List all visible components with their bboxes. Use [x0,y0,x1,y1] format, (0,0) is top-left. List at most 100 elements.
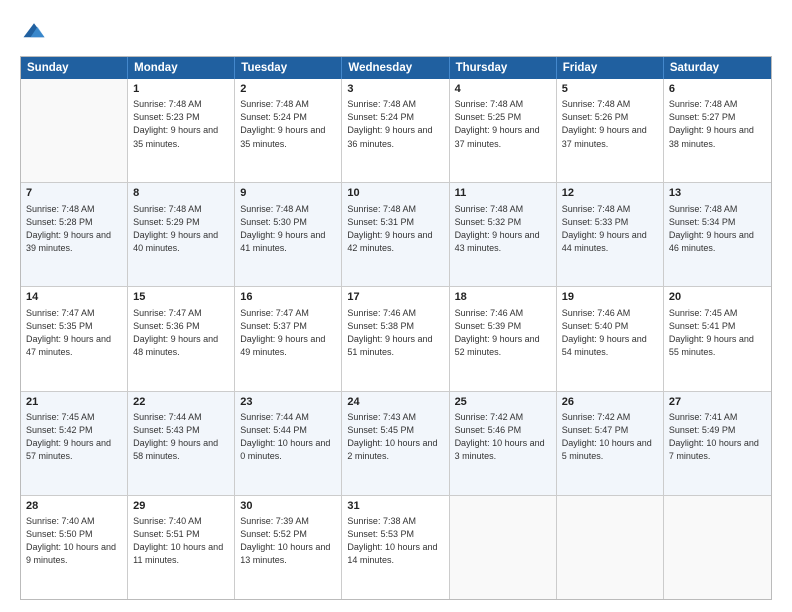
cell-info: Sunrise: 7:40 AMSunset: 5:50 PMDaylight:… [26,515,122,567]
cal-cell [450,496,557,599]
day-number: 29 [133,499,229,514]
day-number: 5 [562,82,658,97]
day-number: 23 [240,395,336,410]
day-number: 24 [347,395,443,410]
day-number: 2 [240,82,336,97]
cell-info: Sunrise: 7:42 AMSunset: 5:46 PMDaylight:… [455,411,551,463]
cal-cell: 30Sunrise: 7:39 AMSunset: 5:52 PMDayligh… [235,496,342,599]
cal-cell: 26Sunrise: 7:42 AMSunset: 5:47 PMDayligh… [557,392,664,495]
cal-week-1: 7 Sunrise: 7:48 AMSunset: 5:28 PMDaylight… [21,182,771,286]
day-number: 14 [26,290,122,305]
day-number: 1 [133,82,229,97]
day-number: 17 [347,290,443,305]
day-number: 15 [133,290,229,305]
calendar-body: 1Sunrise: 7:48 AMSunset: 5:23 PMDaylight… [21,79,771,599]
cal-header-friday: Friday [557,57,664,79]
cal-week-3: 21Sunrise: 7:45 AMSunset: 5:42 PMDayligh… [21,391,771,495]
cal-cell: 21Sunrise: 7:45 AMSunset: 5:42 PMDayligh… [21,392,128,495]
cell-info: Sunrise: 7:46 AMSunset: 5:40 PMDaylight:… [562,307,658,359]
day-number: 4 [455,82,551,97]
cell-info: Sunrise: 7:44 AMSunset: 5:44 PMDaylight:… [240,411,336,463]
day-number: 11 [455,186,551,201]
cal-week-2: 14Sunrise: 7:47 AMSunset: 5:35 PMDayligh… [21,286,771,390]
calendar-header: SundayMondayTuesdayWednesdayThursdayFrid… [21,57,771,79]
cell-info: Sunrise: 7:48 AMSunset: 5:27 PMDaylight:… [669,98,766,150]
day-number: 7 [26,186,122,201]
day-number: 21 [26,395,122,410]
cal-cell: 9 Sunrise: 7:48 AMSunset: 5:30 PMDaylight… [235,183,342,286]
day-number: 9 [240,186,336,201]
cell-info: Sunrise: 7:47 AMSunset: 5:36 PMDaylight:… [133,307,229,359]
day-number: 31 [347,499,443,514]
cal-cell: 17 Sunrise: 7:46 AMSunset: 5:38 PMDayligh… [342,287,449,390]
cal-week-0: 1Sunrise: 7:48 AMSunset: 5:23 PMDaylight… [21,79,771,182]
day-number: 30 [240,499,336,514]
cal-cell: 28Sunrise: 7:40 AMSunset: 5:50 PMDayligh… [21,496,128,599]
cal-cell: 25Sunrise: 7:42 AMSunset: 5:46 PMDayligh… [450,392,557,495]
cell-info: Sunrise: 7:48 AMSunset: 5:23 PMDaylight:… [133,98,229,150]
day-number: 8 [133,186,229,201]
cal-cell: 12 Sunrise: 7:48 AMSunset: 5:33 PMDayligh… [557,183,664,286]
cal-cell: 16Sunrise: 7:47 AMSunset: 5:37 PMDayligh… [235,287,342,390]
cal-header-saturday: Saturday [664,57,771,79]
cal-cell: 8 Sunrise: 7:48 AMSunset: 5:29 PMDaylight… [128,183,235,286]
cal-cell [664,496,771,599]
cal-cell: 3Sunrise: 7:48 AMSunset: 5:24 PMDaylight… [342,79,449,182]
cell-info: Sunrise: 7:46 AMSunset: 5:38 PMDaylight:… [347,307,443,359]
header [20,18,772,46]
cal-cell: 5Sunrise: 7:48 AMSunset: 5:26 PMDaylight… [557,79,664,182]
cal-cell [21,79,128,182]
cell-info: Sunrise: 7:48 AMSunset: 5:31 PMDaylight:… [347,203,443,255]
day-number: 10 [347,186,443,201]
cell-info: Sunrise: 7:44 AMSunset: 5:43 PMDaylight:… [133,411,229,463]
cal-header-monday: Monday [128,57,235,79]
cal-cell: 6Sunrise: 7:48 AMSunset: 5:27 PMDaylight… [664,79,771,182]
cal-cell: 19 Sunrise: 7:46 AMSunset: 5:40 PMDayligh… [557,287,664,390]
cal-header-tuesday: Tuesday [235,57,342,79]
day-number: 27 [669,395,766,410]
cal-cell: 10 Sunrise: 7:48 AMSunset: 5:31 PMDayligh… [342,183,449,286]
cell-info: Sunrise: 7:48 AMSunset: 5:29 PMDaylight:… [133,203,229,255]
cell-info: Sunrise: 7:41 AMSunset: 5:49 PMDaylight:… [669,411,766,463]
cell-info: Sunrise: 7:45 AMSunset: 5:42 PMDaylight:… [26,411,122,463]
cell-info: Sunrise: 7:48 AMSunset: 5:30 PMDaylight:… [240,203,336,255]
cal-cell: 14Sunrise: 7:47 AMSunset: 5:35 PMDayligh… [21,287,128,390]
cell-info: Sunrise: 7:48 AMSunset: 5:25 PMDaylight:… [455,98,551,150]
cal-header-thursday: Thursday [450,57,557,79]
day-number: 12 [562,186,658,201]
cal-cell: 13Sunrise: 7:48 AMSunset: 5:34 PMDayligh… [664,183,771,286]
cell-info: Sunrise: 7:45 AMSunset: 5:41 PMDaylight:… [669,307,766,359]
day-number: 18 [455,290,551,305]
day-number: 22 [133,395,229,410]
cal-cell: 7 Sunrise: 7:48 AMSunset: 5:28 PMDaylight… [21,183,128,286]
day-number: 20 [669,290,766,305]
cell-info: Sunrise: 7:48 AMSunset: 5:33 PMDaylight:… [562,203,658,255]
day-number: 13 [669,186,766,201]
cal-cell: 11 Sunrise: 7:48 AMSunset: 5:32 PMDayligh… [450,183,557,286]
cal-header-wednesday: Wednesday [342,57,449,79]
day-number: 6 [669,82,766,97]
cell-info: Sunrise: 7:46 AMSunset: 5:39 PMDaylight:… [455,307,551,359]
cell-info: Sunrise: 7:48 AMSunset: 5:32 PMDaylight:… [455,203,551,255]
cal-cell: 31Sunrise: 7:38 AMSunset: 5:53 PMDayligh… [342,496,449,599]
calendar: SundayMondayTuesdayWednesdayThursdayFrid… [20,56,772,600]
page: SundayMondayTuesdayWednesdayThursdayFrid… [0,0,792,612]
cal-cell [557,496,664,599]
day-number: 19 [562,290,658,305]
cell-info: Sunrise: 7:48 AMSunset: 5:28 PMDaylight:… [26,203,122,255]
day-number: 28 [26,499,122,514]
cell-info: Sunrise: 7:48 AMSunset: 5:24 PMDaylight:… [240,98,336,150]
cal-week-4: 28Sunrise: 7:40 AMSunset: 5:50 PMDayligh… [21,495,771,599]
logo [20,18,50,46]
cal-cell: 2Sunrise: 7:48 AMSunset: 5:24 PMDaylight… [235,79,342,182]
cell-info: Sunrise: 7:42 AMSunset: 5:47 PMDaylight:… [562,411,658,463]
cal-cell: 15 Sunrise: 7:47 AMSunset: 5:36 PMDayligh… [128,287,235,390]
cell-info: Sunrise: 7:40 AMSunset: 5:51 PMDaylight:… [133,515,229,567]
cal-cell: 18 Sunrise: 7:46 AMSunset: 5:39 PMDayligh… [450,287,557,390]
cell-info: Sunrise: 7:48 AMSunset: 5:24 PMDaylight:… [347,98,443,150]
cal-cell: 4Sunrise: 7:48 AMSunset: 5:25 PMDaylight… [450,79,557,182]
day-number: 3 [347,82,443,97]
cell-info: Sunrise: 7:47 AMSunset: 5:37 PMDaylight:… [240,307,336,359]
cal-cell: 20 Sunrise: 7:45 AMSunset: 5:41 PMDayligh… [664,287,771,390]
cal-cell: 27Sunrise: 7:41 AMSunset: 5:49 PMDayligh… [664,392,771,495]
